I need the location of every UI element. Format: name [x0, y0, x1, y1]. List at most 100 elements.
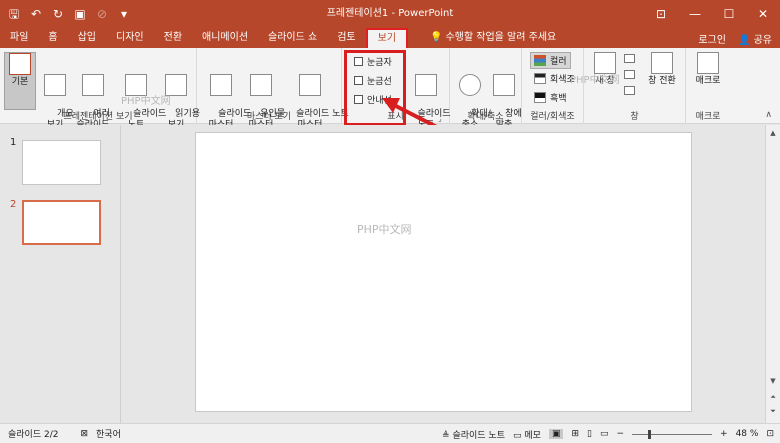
switch-windows-icon — [651, 52, 673, 74]
tab-design[interactable]: 디자인 — [106, 28, 154, 48]
group-label-color: 컬러/회색조 — [530, 112, 575, 122]
macro-icon — [697, 52, 719, 74]
ribbon-tabs: 파일 홈 삽입 디자인 전환 애니메이션 슬라이드 쇼 검토 보기 💡 수행할 … — [0, 28, 780, 48]
fit-slide-icon[interactable]: ⊡ — [766, 429, 774, 439]
normal-view-icon — [9, 53, 31, 75]
macros-button[interactable]: 매크로 — [690, 52, 726, 87]
notes-toggle-label: 슬라이드 노트 — [452, 430, 505, 441]
close-icon[interactable]: ✕ — [746, 0, 780, 28]
scroll-down-icon[interactable]: ▼ — [766, 375, 780, 387]
status-bar: 슬라이드 2/2 ⊠ 한국어 ≜ 슬라이드 노트 ▭ 메모 ▣ ⊞ ▯ ▭ − … — [0, 423, 780, 443]
zoom-out-icon[interactable]: − — [616, 429, 624, 439]
normal-view-label: 기본 — [11, 77, 29, 87]
zoom-in-icon[interactable]: + — [720, 429, 728, 439]
slide-sorter-status-icon[interactable]: ⊞ — [571, 429, 579, 439]
new-window-icon — [594, 52, 616, 74]
comments-toggle[interactable]: ▭ 메모 — [513, 428, 541, 441]
tab-animations[interactable]: 애니메이션 — [192, 28, 258, 48]
slide-thumbnail-pane: 1 2 — [0, 125, 120, 423]
previous-slide-icon[interactable]: ⏶ — [766, 391, 780, 403]
color-option-label: 컬러 — [550, 57, 567, 67]
scroll-up-icon[interactable]: ▲ — [766, 127, 780, 139]
zoom-slider-thumb[interactable] — [648, 429, 652, 439]
color-swatch-icon — [534, 55, 546, 66]
share-label: 공유 — [753, 34, 772, 46]
language-status[interactable]: 한국어 — [96, 427, 121, 440]
group-window: 새 창 창 전환 창 — [584, 48, 686, 124]
arrange-all-icon[interactable] — [624, 54, 635, 63]
zoom-level[interactable]: 48 % — [736, 429, 759, 439]
notes-toggle[interactable]: ≜ 슬라이드 노트 — [442, 428, 505, 441]
tab-file[interactable]: 파일 — [0, 28, 38, 48]
tab-slide-show[interactable]: 슬라이드 쇼 — [258, 28, 327, 48]
maximize-icon[interactable]: ☐ — [712, 0, 746, 28]
group-label-window: 창 — [630, 112, 639, 122]
cascade-icon[interactable] — [624, 70, 635, 79]
customize-qat-icon[interactable]: ▾ — [116, 6, 132, 22]
slide-sorter-icon — [82, 74, 104, 96]
group-zoom: 확대/ 축소 창에 맞춤 확대/축소 — [450, 48, 522, 130]
collapse-ribbon-icon[interactable]: ∧ — [765, 110, 772, 120]
black-white-option[interactable]: 흑백 — [530, 90, 571, 105]
slide-thumbnail[interactable] — [22, 140, 101, 185]
group-label-presentation-view: 프레젠테이션 보기 — [63, 112, 133, 122]
highlight-box-show — [344, 50, 406, 126]
notes-icon: ≜ — [442, 430, 450, 441]
slide-show-status-icon[interactable]: ▭ — [600, 429, 609, 439]
share-button[interactable]: 👤 공유 — [738, 31, 772, 46]
tab-review[interactable]: 검토 — [327, 28, 365, 48]
zoom-slider[interactable] — [632, 429, 713, 439]
comment-icon: ▭ — [513, 430, 522, 441]
tell-me-box[interactable]: 💡 수행할 작업을 알려 주세요 — [408, 28, 556, 48]
current-slide[interactable] — [195, 132, 692, 412]
present-icon[interactable]: ▣ — [72, 6, 88, 22]
tab-transitions[interactable]: 전환 — [154, 28, 192, 48]
tab-view[interactable]: 보기 — [365, 28, 409, 48]
tell-me-text: 수행할 작업을 알려 주세요 — [445, 32, 557, 43]
redo-icon[interactable]: ↻ — [50, 6, 66, 22]
dialog-launcher-icon[interactable]: ⌟ — [438, 114, 442, 123]
group-label-zoom: 확대/축소 — [467, 112, 504, 122]
ribbon-display-options-icon[interactable]: ⊡ — [644, 0, 678, 28]
quick-access-toolbar: 🖫 ↶ ↻ ▣ ⊘ ▾ — [0, 6, 132, 22]
comments-toggle-label: 메모 — [524, 430, 541, 441]
magnifier-icon — [459, 74, 481, 96]
slide-master-icon — [210, 74, 232, 96]
tab-insert[interactable]: 삽입 — [68, 28, 106, 48]
switch-windows-button[interactable]: 창 전환 — [640, 52, 684, 87]
normal-view-status-icon[interactable]: ▣ — [548, 429, 564, 439]
slide-thumbnail-selected[interactable] — [22, 200, 101, 245]
slide-count-status: 슬라이드 2/2 — [8, 430, 59, 440]
status-right: ≜ 슬라이드 노트 ▭ 메모 ▣ ⊞ ▯ ▭ − + 48 % ⊡ — [442, 424, 774, 443]
save-icon[interactable]: 🖫 — [6, 6, 22, 22]
black-white-option-label: 흑백 — [550, 94, 567, 104]
lightbulb-icon: 💡 — [430, 32, 443, 43]
vertical-scrollbar[interactable]: ▲ ▼ ⏶ ⏷ — [765, 125, 780, 423]
notes-page-icon — [125, 74, 147, 96]
spellcheck-icon[interactable]: ⊠ — [80, 429, 88, 439]
title-bar: 🖫 ↶ ↻ ▣ ⊘ ▾ 프레젠테이션1 - PowerPoint ⊡ — ☐ ✕ — [0, 0, 780, 28]
notes-pane-icon — [415, 74, 437, 96]
color-option[interactable]: 컬러 — [530, 52, 571, 69]
new-window-button[interactable]: 새 창 — [590, 52, 620, 87]
ribbon: 기본 개요 보기 여러 슬라이드 슬라이드 노트 읽기용 보기 프레젠테이션 보… — [0, 48, 780, 130]
user-icon: 👤 — [737, 34, 751, 46]
group-label-master-view: 마스터 보기 — [246, 112, 292, 122]
group-master-view: 슬라이드 마스터 유인물 마스터 슬라이드 노트 마스터 마스터 보기 — [197, 48, 349, 130]
reading-view-status-icon[interactable]: ▯ — [587, 429, 592, 439]
move-split-icon[interactable] — [624, 86, 635, 95]
group-label-macro: 매크로 — [695, 112, 721, 122]
normal-view-button[interactable]: 기본 — [4, 52, 36, 110]
grayscale-option[interactable]: 회색조 — [530, 71, 579, 86]
next-slide-icon[interactable]: ⏷ — [766, 405, 780, 417]
fit-to-window-icon — [493, 74, 515, 96]
grayscale-swatch-icon — [534, 73, 546, 84]
slide-number: 1 — [10, 137, 17, 148]
tab-home[interactable]: 홈 — [38, 28, 67, 48]
undo-icon[interactable]: ↶ — [28, 6, 44, 22]
macros-label: 매크로 — [695, 76, 721, 86]
login-link[interactable]: 로그인 — [698, 31, 726, 46]
outline-view-icon — [44, 74, 66, 96]
minimize-icon[interactable]: — — [678, 0, 712, 28]
account-area: 로그인 👤 공유 — [698, 28, 772, 48]
